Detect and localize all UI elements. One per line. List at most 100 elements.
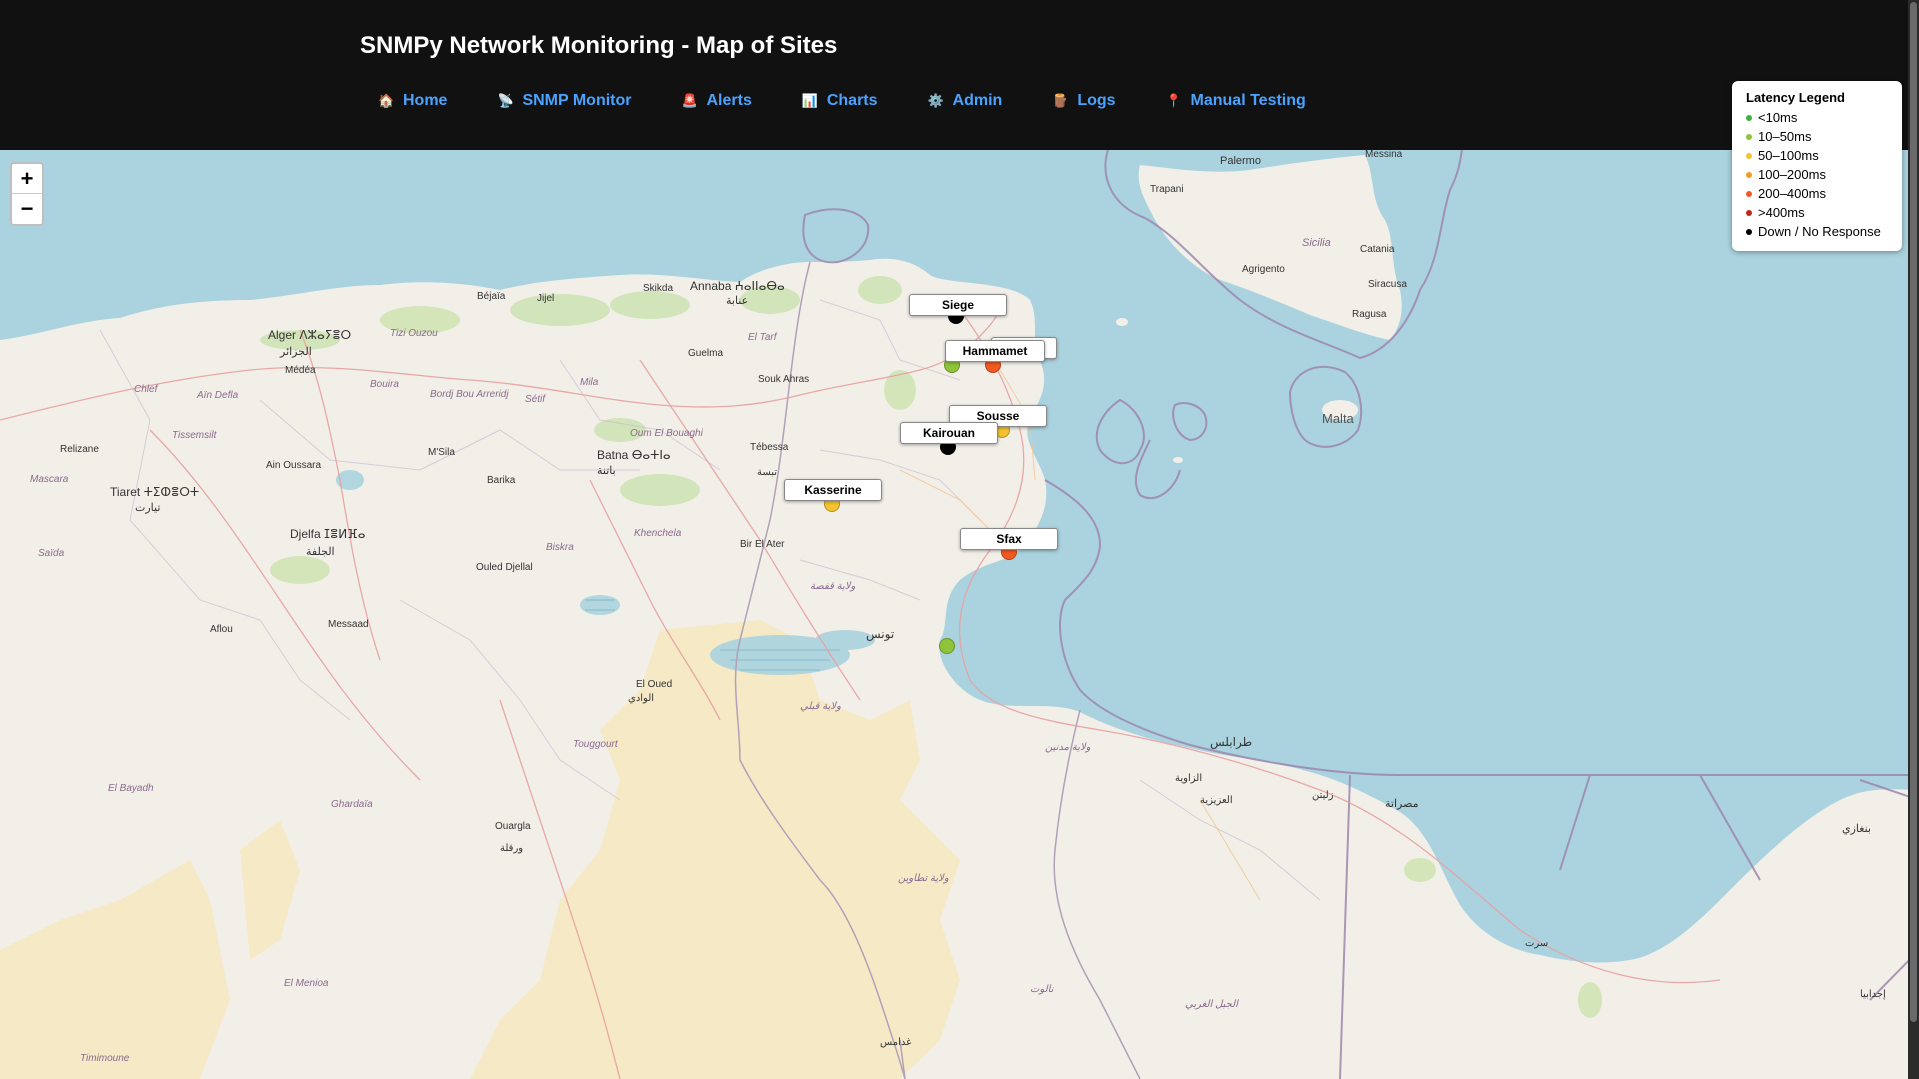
page-title: SNMPy Network Monitoring - Map of Sites: [360, 32, 838, 59]
place-label: Sicilia: [1302, 237, 1331, 249]
scrollbar-thumb[interactable]: [1910, 2, 1917, 1022]
siren-icon: 🚨: [681, 93, 698, 108]
nav-admin[interactable]: ⚙️ Admin: [928, 92, 1003, 110]
nav-label: Logs: [1077, 92, 1116, 109]
place-label: Mascara: [30, 474, 69, 485]
place-label: تونس: [866, 627, 894, 641]
legend-item: <10ms: [1746, 108, 1890, 127]
region-label: ولاية مدنين: [1045, 742, 1091, 753]
legend-label: 50–100ms: [1758, 148, 1819, 163]
chart-icon: 📊: [801, 93, 819, 108]
place-label: Siracusa: [1368, 279, 1407, 290]
legend-item: 50–100ms: [1746, 146, 1890, 165]
legend-item: >400ms: [1746, 203, 1890, 222]
place-label: إجدابيا: [1860, 989, 1886, 1000]
region-label: Bordj Bou Arreridj: [430, 389, 509, 400]
page-scrollbar[interactable]: [1908, 0, 1919, 1079]
nav-manual-testing[interactable]: 📍 Manual Testing: [1166, 92, 1306, 110]
legend-label: 100–200ms: [1758, 167, 1826, 182]
place-label: مصراتة: [1385, 798, 1419, 810]
place-label: Messaad: [328, 619, 369, 630]
place-label: بنغازي: [1842, 823, 1871, 835]
legend-item: 100–200ms: [1746, 165, 1890, 184]
region-label: ولاية تطاوين: [898, 873, 949, 884]
legend-label: 10–50ms: [1758, 129, 1812, 144]
place-label: Djelfa ⵊⴻⵍⴼⴰ: [290, 527, 366, 541]
place-label: Relizane: [60, 444, 99, 455]
place-label: Ain Oussara: [266, 460, 321, 471]
site-label-sfax[interactable]: Sfax: [960, 528, 1058, 550]
legend-dot-icon: [1746, 190, 1752, 197]
site-marker-unlabeled[interactable]: [939, 638, 955, 654]
zoom-in-button[interactable]: +: [12, 164, 42, 194]
nav-charts[interactable]: 📊 Charts: [802, 92, 878, 110]
place-label: M'Sila: [428, 447, 455, 458]
log-icon: 🪵: [1052, 93, 1069, 108]
place-label: الجلفة: [306, 546, 335, 558]
legend-title: Latency Legend: [1746, 90, 1845, 105]
nav-home[interactable]: 🏠 Home: [378, 92, 447, 110]
site-label-siege[interactable]: Siege: [909, 294, 1007, 316]
legend-dot-icon: [1746, 152, 1752, 159]
place-label: Souk Ahras: [758, 374, 809, 385]
region-label: Tizi Ouzou: [390, 328, 438, 339]
site-label-hammamet[interactable]: Hammamet: [945, 340, 1045, 362]
satellite-icon: 📡: [497, 93, 514, 108]
region-label: Oum El Bouaghi: [630, 428, 704, 439]
legend-item: 200–400ms: [1746, 184, 1890, 203]
place-label: عنابة: [726, 295, 748, 307]
place-label: Médéa: [285, 365, 316, 376]
nav-label: Admin: [952, 92, 1003, 109]
site-label-kairouan[interactable]: Kairouan: [900, 422, 998, 444]
region-label: El Tarf: [748, 332, 778, 343]
zoom-control: + −: [10, 162, 44, 226]
region-label: ولاية قبلي: [800, 701, 841, 712]
place-label: Batna ⴱⴰⵜⵏⴰ: [597, 448, 671, 462]
region-label: الجبل الغربي: [1185, 999, 1239, 1010]
legend-dot-icon: [1746, 228, 1752, 235]
place-label: El Bayadh: [108, 783, 154, 794]
place-label: Tiaret ⵜⵉⵀⴻⵔⵜ: [110, 485, 199, 499]
place-label: El Oued: [636, 679, 672, 690]
place-label: Annaba ⵄⴰⵏⵏⴰⴱⴰ: [690, 279, 785, 293]
place-label: Béjaïa: [477, 291, 506, 302]
pin-icon: 📍: [1165, 93, 1182, 108]
place-label: Timimoune: [80, 1053, 130, 1064]
nav-label: SNMP Monitor: [522, 92, 632, 109]
map-tiles[interactable]: Palermo Trapani Messina Sicilia Catania …: [0, 150, 1919, 1079]
nav-logs[interactable]: 🪵 Logs: [1052, 92, 1115, 110]
place-label: Trapani: [1150, 184, 1184, 195]
region-label: Khenchela: [634, 528, 682, 539]
place-label: الجزائر: [279, 346, 312, 358]
place-label: Guelma: [688, 348, 723, 359]
place-label: Saïda: [38, 548, 65, 559]
place-label: زليتن: [1312, 790, 1334, 801]
nav-label: Alerts: [706, 92, 752, 109]
place-label: Malta: [1322, 411, 1355, 426]
place-label: سرت: [1525, 938, 1548, 949]
gear-icon: ⚙️: [927, 93, 944, 108]
place-label: Aflou: [210, 624, 233, 635]
site-label-kasserine[interactable]: Kasserine: [784, 479, 882, 501]
region-label: Biskra: [546, 542, 574, 553]
region-label: Sétif: [525, 394, 546, 405]
home-icon: 🏠: [378, 93, 395, 108]
main-nav: 🏠 Home 📡 SNMP Monitor 🚨 Alerts 📊 Charts …: [378, 92, 1356, 110]
top-bar: SNMPy Network Monitoring - Map of Sites …: [0, 0, 1919, 150]
zoom-out-button[interactable]: −: [12, 194, 42, 224]
place-label: Alger ⴷⵣⴰⵢⴻⵔ: [268, 328, 351, 342]
map-view[interactable]: Palermo Trapani Messina Sicilia Catania …: [0, 150, 1919, 1079]
region-label: Aïn Defla: [196, 390, 239, 401]
place-label: باتنة: [597, 465, 616, 477]
place-label: Catania: [1360, 244, 1395, 255]
place-label: تيارت: [135, 502, 160, 514]
nav-snmp-monitor[interactable]: 📡 SNMP Monitor: [497, 92, 631, 110]
place-label: Ghardaïa: [331, 799, 373, 810]
nav-alerts[interactable]: 🚨 Alerts: [681, 92, 751, 110]
legend-label: 200–400ms: [1758, 186, 1826, 201]
place-label: طرابلس: [1210, 735, 1252, 749]
region-label: Mila: [580, 377, 599, 388]
nav-label: Charts: [826, 92, 878, 109]
place-label: العزيزية: [1200, 795, 1233, 806]
place-label: El Menioa: [284, 978, 329, 989]
